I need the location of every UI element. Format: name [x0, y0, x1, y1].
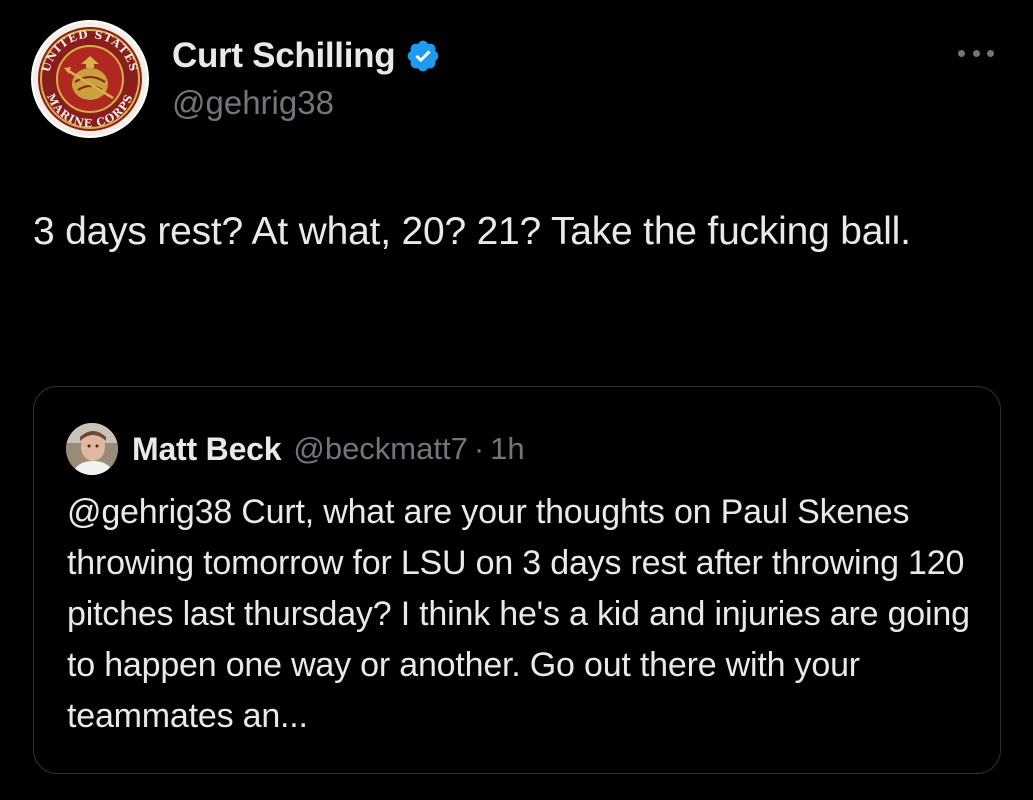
- usmc-emblem-icon: UNITED STATES MARINE CORPS: [33, 22, 147, 136]
- quoted-tweet-text: @gehrig38 Curt, what are your thoughts o…: [67, 493, 970, 735]
- quoted-author-display-name[interactable]: Matt Beck: [132, 431, 282, 468]
- user-photo-avatar: [66, 423, 118, 475]
- author-avatar[interactable]: UNITED STATES MARINE CORPS: [31, 20, 149, 138]
- more-options-icon: [958, 49, 965, 57]
- author-display-name[interactable]: Curt Schilling: [172, 36, 396, 76]
- quoted-tweet-card[interactable]: Matt Beck @beckmatt7 · 1h @gehrig38 Curt…: [33, 386, 1001, 774]
- quoted-tweet-header: Matt Beck @beckmatt7 · 1h: [66, 423, 525, 475]
- tweet: UNITED STATES MARINE CORPS Curt Schillin…: [0, 0, 1033, 800]
- quoted-tweet-separator: ·: [473, 431, 485, 466]
- author-handle[interactable]: @gehrig38: [172, 84, 334, 122]
- quoted-tweet-timestamp[interactable]: 1h: [490, 431, 524, 467]
- more-options-icon-dot: [972, 49, 980, 57]
- more-options-button[interactable]: [952, 36, 1000, 70]
- more-options-icon-dot: [987, 49, 994, 57]
- tweet-text: 3 days rest? At what, 20? 21? Take the f…: [33, 210, 911, 253]
- author-name-row: Curt Schilling: [172, 34, 441, 78]
- verified-badge-icon[interactable]: [405, 38, 441, 74]
- quoted-author-avatar[interactable]: [66, 423, 118, 475]
- quoted-author-handle[interactable]: @beckmatt7: [293, 431, 467, 467]
